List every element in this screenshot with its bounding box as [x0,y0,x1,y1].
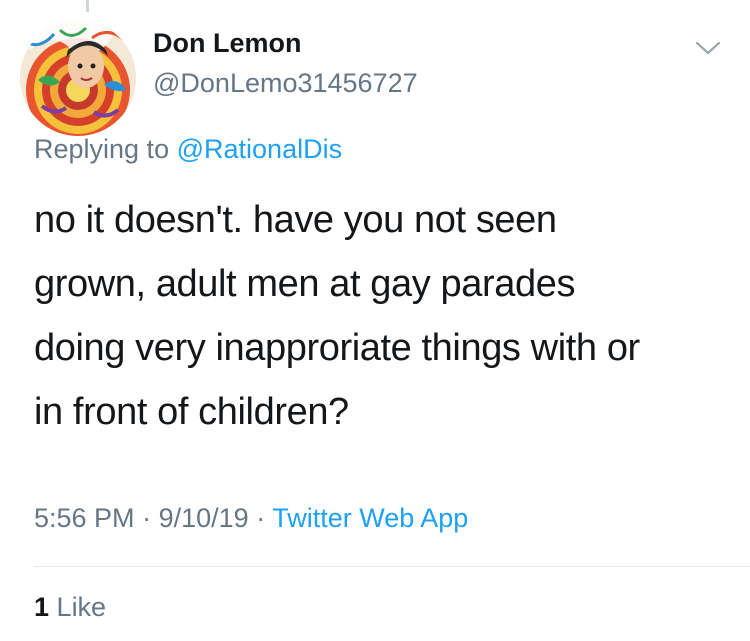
avatar[interactable] [20,20,136,136]
tweet-text-line: grown, adult men at gay parades [34,263,576,305]
avatar-image [20,20,136,136]
chevron-down-icon[interactable] [694,38,722,58]
like-label: Like [56,592,107,622]
author-display-name[interactable]: Don Lemon [153,28,302,59]
tweet-source-link[interactable]: Twitter Web App [272,503,468,533]
divider [34,566,750,567]
replying-to: Replying to @RationalDis [34,134,342,165]
tweet-text-line: no it doesn't. have you not seen [34,199,557,241]
meta-separator: · [256,503,266,533]
thread-connector-line [86,0,89,12]
tweet-text: no it doesn't. have you not seen grown, … [34,188,724,444]
tweet-text-line: in front of children? [34,391,349,433]
tweet-time[interactable]: 5:56 PM [34,503,135,533]
replying-to-label: Replying to [34,134,170,164]
meta-separator: · [142,503,152,533]
author-handle[interactable]: @DonLemo31456727 [153,68,418,99]
tweet-metadata: 5:56 PM · 9/10/19 · Twitter Web App [34,503,468,534]
tweet-date[interactable]: 9/10/19 [159,503,249,533]
reply-mention-link[interactable]: @RationalDis [177,134,342,164]
like-count: 1 [34,592,50,622]
like-count-link[interactable]: 1 Like [34,592,106,623]
tweet-text-line: doing very inapproriate things with or [34,327,640,369]
